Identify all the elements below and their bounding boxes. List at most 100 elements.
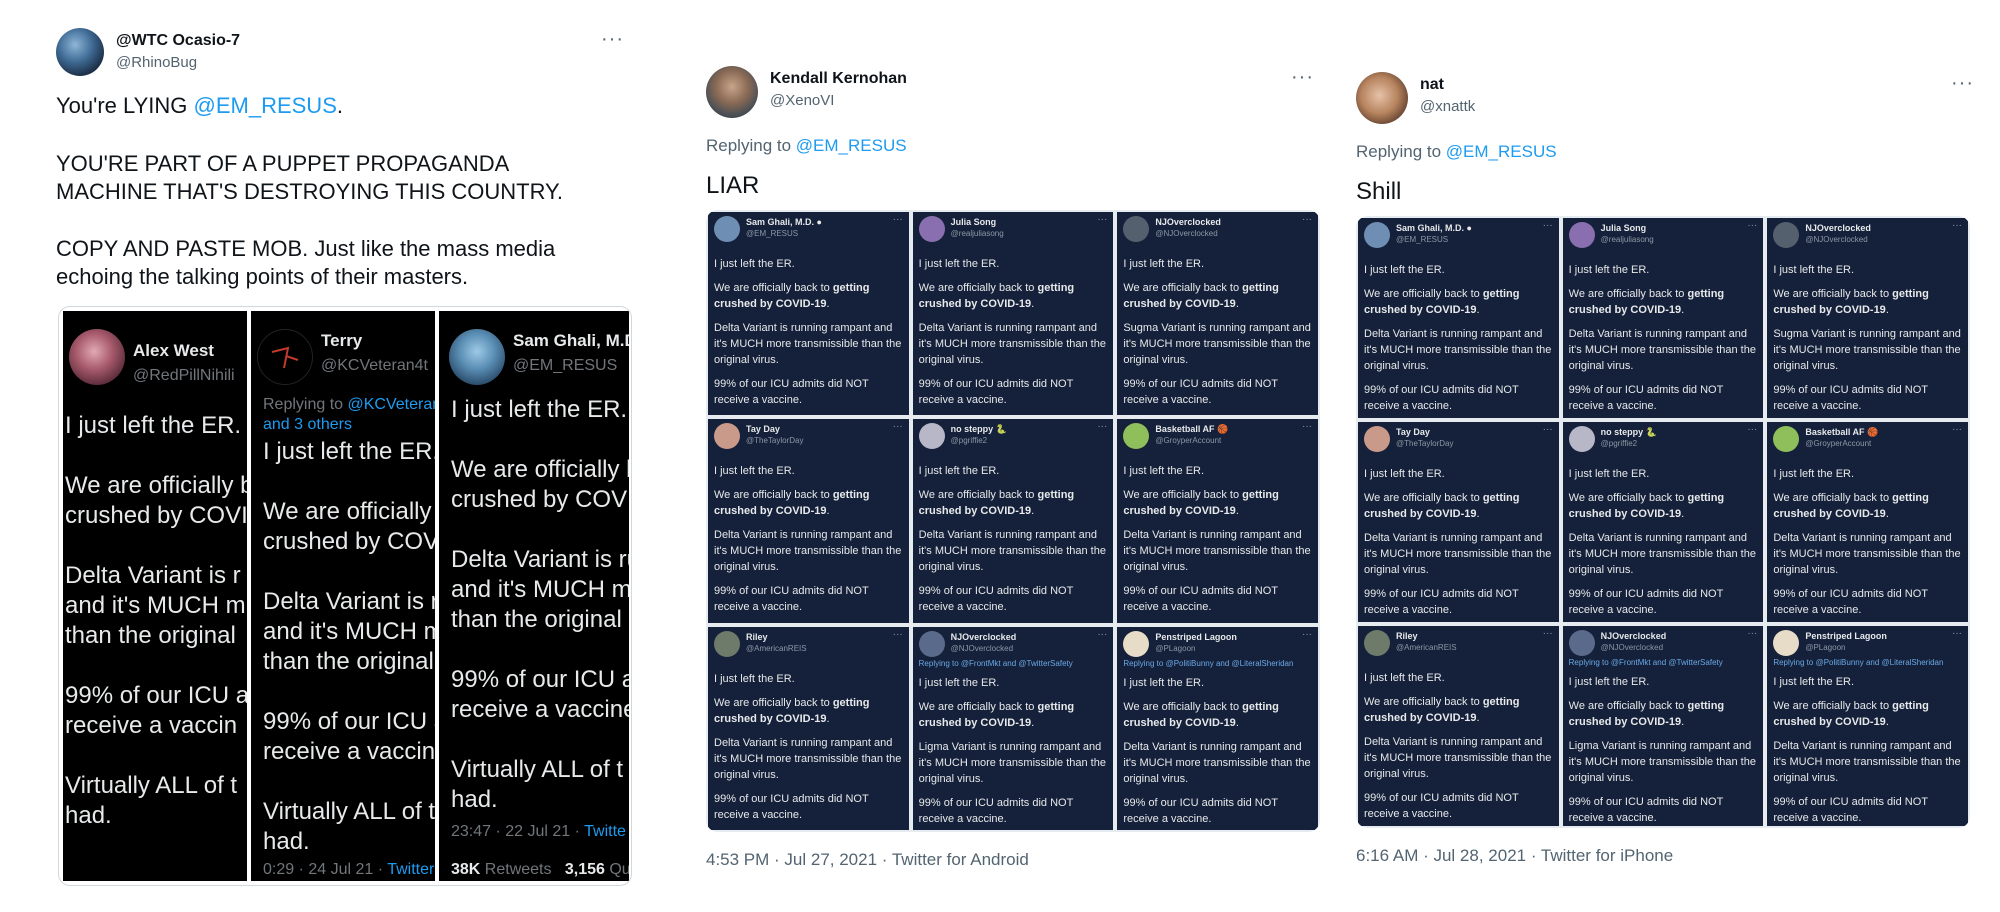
screenshot-stats: 38K Retweets 3,156 Qu	[451, 861, 629, 879]
avatar-glyph-icon	[271, 346, 299, 369]
more-options-icon[interactable]: ···	[1951, 72, 1974, 95]
cell-handle: @EM_RESUS	[1396, 235, 1449, 244]
cell-line-4: 99% of our ICU admits did NOT receive a …	[1364, 384, 1519, 412]
display-name[interactable]: @WTC Ocasio-7	[116, 32, 240, 50]
cell-line-2-prefix: We are officially back to	[714, 489, 833, 502]
cell-line-2-suffix: .	[1885, 304, 1889, 316]
cell-line-3: Delta Variant is running rampant and it'…	[1773, 740, 1961, 784]
cell-line-3: Delta Variant is running rampant and it'…	[1123, 740, 1311, 785]
retweets-label: Retweets	[480, 861, 552, 878]
quotes-count: 3,156	[564, 861, 605, 878]
cell-line-4: 99% of our ICU admits did NOT receive a …	[1364, 588, 1519, 616]
grid-screenshot-cell: Tay Day @TheTaylorDay ··· I just left the E…	[1358, 422, 1559, 622]
user-handle[interactable]: @xnattk	[1420, 98, 1475, 115]
user-handle[interactable]: @RhinoBug	[116, 54, 197, 71]
cell-line-2: We are officially back to getting crushe…	[919, 699, 1110, 731]
more-options-icon[interactable]: ···	[1291, 66, 1314, 89]
others-link: and 3 others	[263, 416, 352, 433]
cell-line-1: I just left the ER.	[1123, 258, 1205, 270]
tweet-text: Shill	[1356, 178, 1402, 205]
screenshot-sam-ghali: Sam Ghali, M.D @EM_RESUS I just left the…	[439, 311, 629, 881]
cell-text: I just left the ER. We are officially bac…	[1773, 674, 1964, 826]
mention-link[interactable]: @EM_RESUS	[796, 136, 907, 155]
display-name[interactable]: nat	[1420, 76, 1444, 94]
cell-replying-to: Replying to @PolitiBunny and @LiteralShe…	[1773, 658, 1944, 667]
grid-screenshot-cell: no steppy 🐍 @pgriffie2 ··· I just left the …	[912, 419, 1114, 623]
screenshot-terry: Terry @KCVeteran4t Replying to @KCVetera…	[251, 311, 435, 881]
cell-line-1: I just left the ER.	[714, 465, 795, 478]
cell-line-4: 99% of our ICU admits did NOT receive a …	[1568, 588, 1724, 616]
screenshot-source: Twitter	[387, 861, 435, 878]
cell-display-name: Sam Ghali, M.D. ●	[1396, 223, 1472, 233]
avatar[interactable]	[706, 66, 758, 118]
grid-screenshot-cell: Riley @AmericanREIS ··· I just left the ER.…	[708, 626, 909, 830]
grid-screenshot-cell: NJOverclocked @NJOverclocked ··· Replying t…	[912, 626, 1114, 830]
cell-line-3: Delta Variant is running rampant and it'…	[1773, 532, 1961, 576]
cell-line-1: I just left the ER.	[1364, 468, 1445, 480]
tweet-media-collage[interactable]: Alex West @RedPillNihili I just left the…	[58, 306, 632, 886]
grid-screenshot-cell: Sam Ghali, M.D. ● @EM_RESUS ··· I just left…	[1358, 218, 1559, 418]
cell-line-4: 99% of our ICU admits did NOT receive a …	[918, 378, 1074, 406]
cell-line-3: Delta Variant is running rampant and it'…	[1123, 529, 1311, 574]
cell-display-name: Penstriped Lagoon	[1155, 631, 1237, 642]
cell-line-2-prefix: We are officially back to	[1364, 288, 1483, 300]
tweet-text-paragraph: YOU'RE PART OF A PUPPET PROPAGANDA MACHI…	[56, 151, 564, 204]
mention-link[interactable]: @EM_RESUS	[194, 93, 337, 118]
cell-replying-to: Replying to @PolitiBunny and @LiteralShe…	[1123, 658, 1294, 668]
user-handle[interactable]: @XenoVI	[770, 92, 834, 109]
cell-text: I just left the ER. We are officially bac…	[1123, 256, 1314, 415]
tweet-timestamp[interactable]: 4:53 PM · Jul 27, 2021 · Twitter for And…	[706, 850, 1029, 870]
cell-line-2-prefix: We are officially back to	[1773, 288, 1893, 300]
more-options-icon: ···	[1097, 628, 1108, 640]
cell-line-4: 99% of our ICU admits did NOT receive a …	[1123, 585, 1278, 614]
cell-handle: @EM_RESUS	[746, 229, 799, 238]
cell-line-2-suffix: .	[826, 712, 830, 725]
cell-display-name: Riley	[746, 631, 768, 642]
avatar	[449, 329, 505, 385]
cell-text: I just left the ER. We are officially bac…	[1569, 674, 1760, 826]
cell-line-2: We are officially back to getting crushe…	[1364, 286, 1555, 318]
cell-text: I just left the ER. We are officially bac…	[1364, 262, 1555, 418]
avatar[interactable]	[1356, 72, 1408, 124]
cell-line-2-suffix: .	[1681, 716, 1685, 728]
avatar	[714, 630, 740, 657]
cell-handle: @NJOverclocked	[1155, 229, 1218, 238]
cell-line-1: I just left the ER.	[1364, 264, 1445, 276]
cell-replying-to: Replying to @FrontMkt and @TwitterSafety	[1568, 658, 1723, 667]
cell-line-4: 99% of our ICU admits did NOT receive a …	[1568, 796, 1724, 824]
cell-line-2-prefix: We are officially back to	[1123, 700, 1243, 713]
tweet-timestamp[interactable]: 6:16 AM · Jul 28, 2021 · Twitter for iPh…	[1356, 846, 1673, 866]
tweet-card-1: @WTC Ocasio-7 @RhinoBug ··· You're LYING…	[40, 0, 640, 900]
cell-text: I just left the ER. We are officially bac…	[714, 463, 905, 622]
cell-replying-to: Replying to @FrontMkt and @TwitterSafety	[918, 658, 1073, 668]
avatar[interactable]	[56, 28, 104, 76]
cell-display-name: NJOverclocked	[1600, 631, 1667, 641]
avatar	[1773, 426, 1800, 452]
cell-text: I just left the ER. We are officially bac…	[919, 256, 1110, 415]
cell-line-4: 99% of our ICU admits did NOT receive a …	[714, 792, 869, 821]
cell-line-2-prefix: We are officially back to	[1123, 282, 1243, 294]
tweet-media-grid[interactable]: Sam Ghali, M.D. ● @EM_RESUS ··· I just left…	[706, 210, 1320, 832]
cell-line-2: We are officially back to getting crushe…	[1773, 698, 1964, 730]
more-options-icon[interactable]: ···	[601, 28, 624, 51]
cell-line-3: Sugma Variant is running rampant and it'…	[1773, 328, 1961, 372]
more-options-icon: ···	[1952, 628, 1962, 639]
screenshot-text: I just left the ER. We are officially b …	[451, 396, 629, 813]
avatar	[1123, 630, 1150, 657]
tweet-media-grid[interactable]: Sam Ghali, M.D. ● @EM_RESUS ··· I just left…	[1356, 216, 1970, 828]
more-options-icon: ···	[892, 628, 903, 640]
cell-text: I just left the ER. We are officially bac…	[714, 256, 905, 415]
tweet-card-2: Kendall Kernohan @XenoVI ··· Replying to…	[690, 0, 1330, 900]
cell-line-2: We are officially back to getting crushe…	[1569, 490, 1760, 522]
cell-line-1: I just left the ER.	[1123, 676, 1205, 689]
more-options-icon: ···	[1747, 424, 1758, 435]
cell-line-1: I just left the ER.	[918, 676, 1000, 689]
screenshot-timestamp: 23:47 · 22 Jul 21 ·	[451, 823, 585, 840]
cell-line-2-prefix: We are officially back to	[1123, 489, 1243, 502]
mention-link[interactable]: @EM_RESUS	[1446, 142, 1557, 161]
cell-line-2-prefix: We are officially back to	[918, 700, 1038, 713]
display-name[interactable]: Kendall Kernohan	[770, 70, 907, 88]
grid-screenshot-cell: Riley @AmericanREIS ··· I just left the ER.…	[1358, 626, 1559, 826]
cell-line-2-prefix: We are officially back to	[1773, 700, 1893, 712]
cell-display-name: Riley	[1396, 631, 1418, 641]
